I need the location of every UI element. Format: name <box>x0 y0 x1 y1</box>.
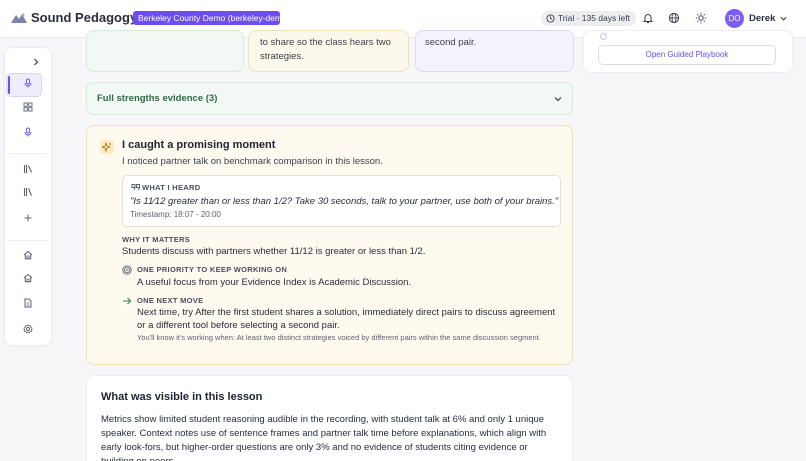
chevron-down-icon[interactable] <box>779 14 788 23</box>
clock-icon <box>546 14 555 23</box>
sidebar-divider <box>9 240 47 241</box>
sidebar-item-lesson-feedback[interactable] <box>4 124 52 140</box>
visible-in-lesson-title: What was visible in this lesson <box>101 391 263 403</box>
sidebar-item-resources[interactable] <box>4 184 52 200</box>
sidebar-item-home[interactable] <box>4 247 52 263</box>
moment-title: I caught a promising moment <box>122 139 276 151</box>
chevron-right-icon <box>34 58 39 66</box>
app-title[interactable]: Sound Pedagogy <box>31 10 137 25</box>
moment-subtitle: I noticed partner talk on benchmark comp… <box>122 156 383 167</box>
why-it-matters-text: Students discuss with partners whether 1… <box>122 246 426 257</box>
home-icon <box>23 273 33 283</box>
gear-icon <box>23 324 33 334</box>
working-indicator-note: You'll know it's working when: At least … <box>137 333 541 342</box>
sun-icon[interactable] <box>695 12 707 24</box>
target-icon <box>122 265 132 275</box>
visible-in-lesson-text: Metrics show limited student reasoning a… <box>101 414 547 461</box>
open-guided-playbook-button[interactable]: Open Guided Playbook <box>598 45 776 65</box>
heard-timestamp: Timestamp: 18:07 - 20:00 <box>130 210 221 219</box>
trial-badge[interactable]: Trial · 135 days left <box>541 11 636 26</box>
microphone-icon <box>24 127 32 137</box>
quote-icon <box>131 184 140 191</box>
sidebar-expand-button[interactable] <box>12 54 60 70</box>
arrow-right-icon <box>123 297 132 305</box>
microphone-icon <box>24 78 32 88</box>
strength-card <box>86 30 244 72</box>
why-it-matters-label: WHY IT MATTERS <box>122 235 191 244</box>
next-step-card-text: to share so the class hears two strategi… <box>260 37 391 62</box>
panel-bullet-icon <box>600 33 607 40</box>
focus-card-text: second pair. <box>425 37 477 48</box>
sidebar-item-dashboard[interactable] <box>4 99 52 115</box>
priority-label: ONE PRIORITY TO KEEP WORKING ON <box>137 265 288 274</box>
grid-icon <box>23 102 33 112</box>
strengths-evidence-label: Full strengths evidence (3) <box>97 93 218 104</box>
document-icon <box>24 298 32 308</box>
sound-pedagogy-logo-icon <box>11 13 27 23</box>
org-badge[interactable]: Berkeley County Demo (berkeley-demo) <box>133 11 280 25</box>
sidebar-divider <box>9 153 47 154</box>
library-icon <box>23 165 33 173</box>
priority-text: A useful focus from your Evidence Index … <box>137 277 412 288</box>
heard-quote: "Is 11⁄12 greater than or less than 1/2?… <box>130 196 559 207</box>
globe-icon[interactable] <box>668 12 680 24</box>
bell-icon[interactable] <box>642 12 654 24</box>
strengths-evidence-toggle[interactable]: Full strengths evidence (3) <box>86 82 573 115</box>
sparkle-icon <box>100 140 114 154</box>
plus-icon <box>24 214 32 222</box>
sidebar-add-button[interactable] <box>4 210 52 226</box>
sidebar-item-library[interactable] <box>4 161 52 177</box>
library-icon <box>23 188 33 196</box>
avatar[interactable]: DO <box>725 9 744 28</box>
what-i-heard-label: WHAT I HEARD <box>142 183 201 192</box>
sidebar-item-documents[interactable] <box>4 295 52 311</box>
home-icon <box>23 250 33 260</box>
sidebar-item-school[interactable] <box>4 270 52 286</box>
next-move-label: ONE NEXT MOVE <box>137 296 204 305</box>
chevron-down-icon <box>554 97 562 102</box>
sidebar-item-settings[interactable] <box>4 321 52 337</box>
sidebar-item-recordings[interactable] <box>4 75 52 91</box>
trial-text: Trial · 135 days left <box>558 13 630 23</box>
next-move-text: Next time, try After the first student s… <box>137 307 556 331</box>
user-name[interactable]: Derek <box>749 13 775 24</box>
